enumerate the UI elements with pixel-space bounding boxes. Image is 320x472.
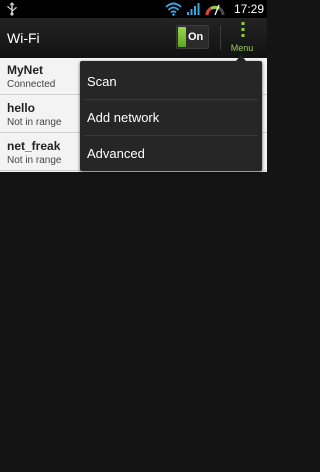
wifi-toggle[interactable]: On bbox=[176, 25, 209, 49]
network-name: net_freak bbox=[7, 139, 61, 153]
network-name: MyNet bbox=[7, 63, 44, 77]
network-status: Not in range bbox=[7, 117, 62, 128]
toggle-knob bbox=[178, 27, 186, 47]
signal-icon bbox=[187, 3, 200, 15]
menu-item-label: Scan bbox=[87, 74, 117, 89]
header-divider bbox=[220, 26, 221, 50]
menu-item-scan[interactable]: Scan bbox=[80, 63, 262, 99]
menu-button[interactable]: Menu bbox=[224, 18, 264, 58]
overflow-menu: Scan Add network Advanced bbox=[80, 61, 262, 171]
battery-icon bbox=[205, 4, 225, 16]
more-vertical-icon bbox=[241, 22, 245, 37]
menu-item-add-network[interactable]: Add network bbox=[80, 99, 262, 135]
menu-item-label: Add network bbox=[87, 110, 160, 125]
status-clock: 17:29 bbox=[233, 2, 264, 16]
usb-icon bbox=[7, 2, 17, 16]
menu-item-advanced[interactable]: Advanced bbox=[80, 135, 262, 171]
toggle-label: On bbox=[188, 31, 204, 43]
page-title: Wi-Fi bbox=[7, 30, 40, 46]
menu-item-label: Advanced bbox=[87, 146, 145, 161]
network-name: hello bbox=[7, 101, 36, 115]
wifi-icon bbox=[165, 2, 182, 16]
menu-label: Menu bbox=[230, 43, 254, 53]
network-status: Connected bbox=[7, 79, 56, 90]
network-status: Not in range bbox=[7, 155, 62, 166]
status-bar: 17:29 bbox=[0, 0, 267, 18]
app-header: Wi-Fi On Menu bbox=[0, 18, 267, 58]
